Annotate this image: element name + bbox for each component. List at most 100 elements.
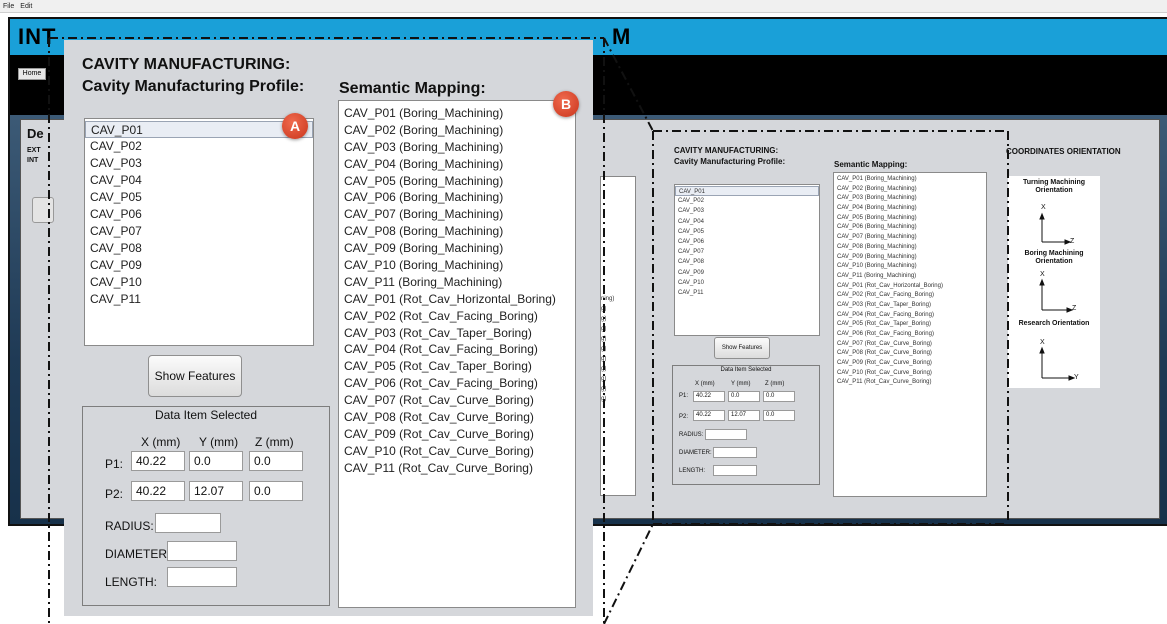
small-mapping-list-item[interactable]: CAV_P03 (Boring_Machining)	[834, 194, 986, 204]
ghost-list-item[interactable]: g)	[601, 334, 635, 344]
small-mapping-list-item[interactable]: CAV_P04 (Boring_Machining)	[834, 204, 986, 214]
profile-list-item[interactable]: CAV_P04	[85, 172, 313, 189]
menu-file[interactable]: File	[3, 3, 14, 10]
length-field[interactable]	[167, 567, 237, 587]
profile-list-item[interactable]: CAV_P07	[85, 223, 313, 240]
small-mapping-list-item[interactable]: CAV_P11 (Rot_Cav_Curve_Boring)	[834, 378, 986, 388]
mapping-list-item[interactable]: CAV_P10 (Boring_Machining)	[339, 257, 575, 274]
small-profile-list-item[interactable]: CAV_P09	[675, 268, 819, 278]
small-profile-list-item[interactable]: CAV_P01	[675, 186, 819, 197]
small-profile-list-item[interactable]: CAV_P03	[675, 206, 819, 216]
profile-list-item[interactable]: CAV_P06	[85, 206, 313, 223]
small-show-features-button[interactable]: Show Features	[714, 337, 770, 359]
ghost-list-item[interactable]: g)	[601, 374, 635, 384]
small-mapping-list-item[interactable]: CAV_P06 (Rot_Cav_Facing_Boring)	[834, 330, 986, 340]
profile-list-item[interactable]: CAV_P09	[85, 257, 313, 274]
mapping-list-item[interactable]: CAV_P05 (Boring_Machining)	[339, 173, 575, 190]
menu-edit[interactable]: Edit	[20, 3, 32, 10]
mapping-list-item[interactable]: CAV_P08 (Boring_Machining)	[339, 223, 575, 240]
profile-list-item[interactable]: CAV_P10	[85, 274, 313, 291]
p2-z-field[interactable]: 0.0	[249, 481, 303, 501]
mapping-list-item[interactable]: CAV_P11 (Rot_Cav_Curve_Boring)	[339, 460, 575, 477]
small-profile-list-item[interactable]: CAV_P04	[675, 217, 819, 227]
small-radius-field[interactable]	[705, 429, 747, 440]
small-mapping-list-item[interactable]: CAV_P09 (Boring_Machining)	[834, 253, 986, 263]
ghost-list-item[interactable]: g)	[601, 364, 635, 374]
p2-x-field[interactable]: 40.22	[131, 481, 185, 501]
small-profile-list-item[interactable]: CAV_P02	[675, 196, 819, 206]
small-mapping-list-item[interactable]: CAV_P08 (Rot_Cav_Curve_Boring)	[834, 349, 986, 359]
small-mapping-list[interactable]: CAV_P01 (Boring_Machining) CAV_P02 (Borin…	[833, 172, 987, 497]
profile-list-item[interactable]: CAV_P03	[85, 155, 313, 172]
p1-z-field[interactable]: 0.0	[249, 451, 303, 471]
profile-list-item[interactable]: CAV_P01	[85, 121, 313, 138]
profile-list-item[interactable]: CAV_P05	[85, 189, 313, 206]
mapping-list-item[interactable]: CAV_P06 (Boring_Machining)	[339, 189, 575, 206]
small-length-field[interactable]	[713, 465, 757, 476]
small-mapping-list-item[interactable]: CAV_P03 (Rot_Cav_Taper_Boring)	[834, 301, 986, 311]
profile-list[interactable]: CAV_P01 CAV_P02 CAV_P03 CAV_P04 CAV_P05 CAV_P…	[84, 118, 314, 346]
mapping-list-item[interactable]: CAV_P10 (Rot_Cav_Curve_Boring)	[339, 443, 575, 460]
mapping-list-item[interactable]: CAV_P11 (Boring_Machining)	[339, 274, 575, 291]
small-profile-list-item[interactable]: CAV_P05	[675, 227, 819, 237]
small-profile-list-item[interactable]: CAV_P06	[675, 237, 819, 247]
ghost-list-item[interactable]: g)	[601, 304, 635, 314]
small-p2-y-field[interactable]: 12.07	[728, 410, 760, 421]
p1-y-field[interactable]: 0.0	[189, 451, 243, 471]
p1-x-field[interactable]: 40.22	[131, 451, 185, 471]
p2-y-field[interactable]: 12.07	[189, 481, 243, 501]
small-mapping-list-item[interactable]: CAV_P11 (Boring_Machining)	[834, 272, 986, 282]
mapping-list-item[interactable]: CAV_P01 (Rot_Cav_Horizontal_Boring)	[339, 291, 575, 308]
small-mapping-list-item[interactable]: CAV_P05 (Rot_Cav_Taper_Boring)	[834, 320, 986, 330]
small-profile-list[interactable]: CAV_P01 CAV_P02 CAV_P03 CAV_P04 CAV_P05 CAV_P…	[674, 184, 820, 336]
home-button[interactable]: Home	[18, 68, 46, 80]
ghost-list-item[interactable]: g)	[601, 394, 635, 404]
ghost-list-item[interactable]: g)	[601, 314, 635, 324]
ghost-list-item[interactable]: g)	[601, 384, 635, 394]
mapping-list-item[interactable]: CAV_P08 (Rot_Cav_Curve_Boring)	[339, 409, 575, 426]
small-diameter-field[interactable]	[713, 447, 757, 458]
semantic-mapping-list[interactable]: CAV_P01 (Boring_Machining) CAV_P02 (Borin…	[338, 100, 576, 608]
diameter-field[interactable]	[167, 541, 237, 561]
small-mapping-list-item[interactable]: CAV_P09 (Rot_Cav_Curve_Boring)	[834, 359, 986, 369]
profile-list-item[interactable]: CAV_P08	[85, 240, 313, 257]
background-button[interactable]	[32, 197, 54, 223]
ghost-list-item[interactable]: g)	[601, 354, 635, 364]
mapping-list-item[interactable]: CAV_P04 (Boring_Machining)	[339, 156, 575, 173]
small-mapping-list-item[interactable]: CAV_P01 (Boring_Machining)	[834, 175, 986, 185]
small-p1-y-field[interactable]: 0.0	[728, 391, 760, 402]
mapping-list-item[interactable]: CAV_P06 (Rot_Cav_Facing_Boring)	[339, 375, 575, 392]
small-p2-z-field[interactable]: 0.0	[763, 410, 795, 421]
small-profile-list-item[interactable]: CAV_P07	[675, 247, 819, 257]
profile-list-item[interactable]: CAV_P11	[85, 291, 313, 308]
mapping-list-item[interactable]: CAV_P02 (Rot_Cav_Facing_Boring)	[339, 308, 575, 325]
small-mapping-list-item[interactable]: CAV_P08 (Boring_Machining)	[834, 243, 986, 253]
small-mapping-list-item[interactable]: CAV_P10 (Boring_Machining)	[834, 262, 986, 272]
radius-field[interactable]	[155, 513, 221, 533]
ghost-list-item[interactable]: g)	[601, 324, 635, 334]
show-features-button[interactable]: Show Features	[148, 355, 242, 397]
small-mapping-list-item[interactable]: CAV_P06 (Boring_Machining)	[834, 223, 986, 233]
mapping-list-item[interactable]: CAV_P05 (Rot_Cav_Taper_Boring)	[339, 358, 575, 375]
mapping-list-item[interactable]: CAV_P07 (Rot_Cav_Curve_Boring)	[339, 392, 575, 409]
ghost-list-item[interactable]: g)	[601, 344, 635, 354]
background-mapping-list[interactable]: ning) g) g) g) g) g) g) g) g) g) g)	[600, 176, 636, 496]
mapping-list-item[interactable]: CAV_P02 (Boring_Machining)	[339, 122, 575, 139]
small-p1-x-field[interactable]: 40.22	[693, 391, 725, 402]
small-p2-x-field[interactable]: 40.22	[693, 410, 725, 421]
small-mapping-list-item[interactable]: CAV_P01 (Rot_Cav_Horizontal_Boring)	[834, 282, 986, 292]
mapping-list-item[interactable]: CAV_P09 (Rot_Cav_Curve_Boring)	[339, 426, 575, 443]
small-mapping-list-item[interactable]: CAV_P07 (Rot_Cav_Curve_Boring)	[834, 340, 986, 350]
mapping-list-item[interactable]: CAV_P07 (Boring_Machining)	[339, 206, 575, 223]
small-mapping-list-item[interactable]: CAV_P02 (Rot_Cav_Facing_Boring)	[834, 291, 986, 301]
small-profile-list-item[interactable]: CAV_P10	[675, 278, 819, 288]
mapping-list-item[interactable]: CAV_P01 (Boring_Machining)	[339, 105, 575, 122]
small-mapping-list-item[interactable]: CAV_P05 (Boring_Machining)	[834, 214, 986, 224]
small-mapping-list-item[interactable]: CAV_P02 (Boring_Machining)	[834, 185, 986, 195]
small-mapping-list-item[interactable]: CAV_P07 (Boring_Machining)	[834, 233, 986, 243]
small-p1-z-field[interactable]: 0.0	[763, 391, 795, 402]
mapping-list-item[interactable]: CAV_P03 (Rot_Cav_Taper_Boring)	[339, 325, 575, 342]
small-mapping-list-item[interactable]: CAV_P04 (Rot_Cav_Facing_Boring)	[834, 311, 986, 321]
ghost-list-item[interactable]: ning)	[601, 294, 635, 304]
profile-list-item[interactable]: CAV_P02	[85, 138, 313, 155]
